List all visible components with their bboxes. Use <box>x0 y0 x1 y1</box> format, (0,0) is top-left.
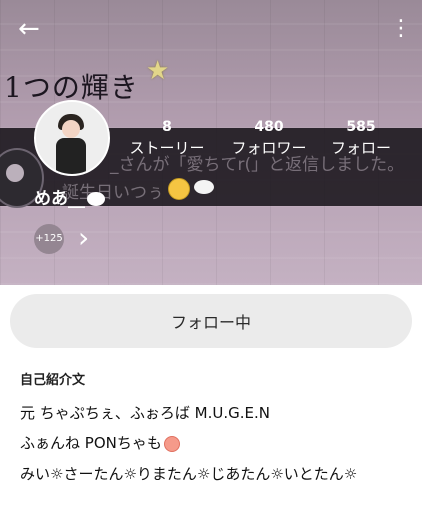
bio-title: 自己紹介文 <box>20 373 86 388</box>
stat-following[interactable]: 585 フォロー <box>316 119 406 158</box>
stat-followers-label: フォロワー <box>231 139 307 157</box>
avatar[interactable] <box>34 100 110 176</box>
speech-bubble-icon <box>87 192 105 206</box>
username-text: めあ__ <box>34 189 85 209</box>
bio-line-2-text: ふぁんね PONちゃも <box>20 434 162 452</box>
more-vertical-icon: ⋮ <box>390 16 412 41</box>
mutual-followers-link[interactable]: +125 › <box>34 224 104 254</box>
profile-header: 1つの輝き ★ _さんが「愛ちてr(」と返信しました。 誕生日いつぅ ← ⋮ 8… <box>0 0 422 285</box>
upside-down-face-icon <box>168 178 190 200</box>
stat-stories-value: 8 <box>162 119 172 135</box>
stat-following-value: 585 <box>346 119 376 135</box>
stat-followers[interactable]: 480 フォロワー <box>224 119 314 158</box>
stat-following-label: フォロー <box>330 139 391 157</box>
cloud-icon <box>194 180 214 194</box>
following-button[interactable]: フォロー中 <box>10 294 412 348</box>
bio-line-1: 元 ちゃぷちぇ、ふぉろば M.U.G.E.N <box>20 404 271 422</box>
username: めあ__ <box>34 184 105 209</box>
stat-stories-label: ストーリー <box>129 139 205 157</box>
followers-count-badge: +125 <box>34 224 64 254</box>
arrow-left-icon: ← <box>18 14 40 44</box>
bio-line-3: みい☼さーたん☼りまたん☼じあたん☼いとたん☼ <box>20 465 358 483</box>
star-icon: ★ <box>146 56 170 86</box>
back-button[interactable]: ← <box>18 14 48 44</box>
peach-icon <box>163 435 180 452</box>
stat-stories[interactable]: 8 ストーリー <box>122 119 212 158</box>
stat-followers-value: 480 <box>254 119 284 135</box>
more-menu-button[interactable]: ⋮ <box>390 16 412 42</box>
bio-line-2: ふぁんね PONちゃも <box>20 432 180 453</box>
chevron-right-icon: › <box>78 221 90 254</box>
